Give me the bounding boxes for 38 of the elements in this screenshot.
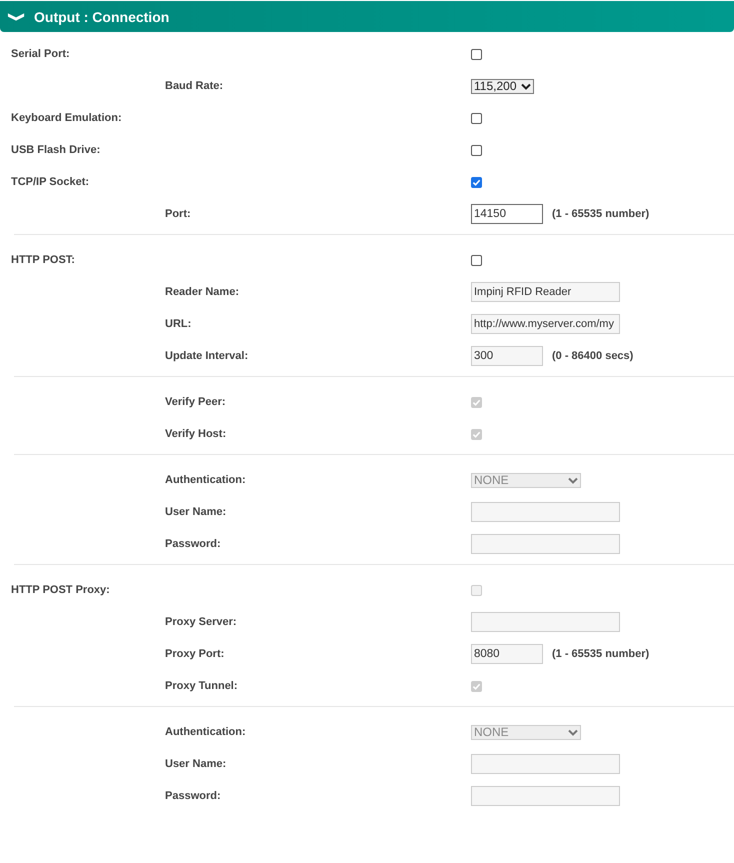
field-label: Keyboard Emulation: (11, 112, 122, 124)
dropdown[interactable]: 115,200 (471, 78, 534, 94)
field-label: Verify Host: (165, 428, 226, 440)
checkbox[interactable] (471, 254, 482, 266)
field-label: HTTP POST: (11, 254, 75, 266)
field-label: Update Interval: (165, 350, 248, 362)
field-label: HTTP POST Proxy: (11, 584, 110, 596)
field-label: Proxy Tunnel: (165, 680, 238, 692)
range-hint: (1 - 65535 number) (552, 648, 650, 660)
field-label: Password: (165, 790, 221, 802)
field-label: Password: (165, 538, 221, 550)
field-label: Proxy Server: (165, 616, 237, 628)
range-hint: (0 - 86400 secs) (552, 350, 634, 362)
field-label: Proxy Port: (165, 648, 224, 660)
checkbox[interactable] (471, 48, 482, 60)
field-label: URL: (165, 318, 192, 330)
chevron-icon: ❯ (9, 12, 25, 22)
field-label: Baud Rate: (165, 80, 224, 92)
section-title: Output : Connection (34, 8, 170, 24)
caret-icon (568, 728, 578, 736)
field-label: Authentication: (165, 474, 246, 486)
field-label: Reader Name: (165, 286, 239, 298)
field-label: Verify Peer: (165, 396, 226, 408)
field-label: Port: (165, 208, 191, 220)
section-header[interactable]: ❯ Output : Connection (0, 1, 734, 32)
checkbox[interactable] (471, 144, 482, 156)
field-label: User Name: (165, 506, 226, 518)
input-field[interactable]: 14150 (471, 204, 543, 224)
checkbox[interactable] (471, 176, 482, 188)
field-label: TCP/IP Socket: (11, 176, 90, 188)
range-hint: (1 - 65535 number) (552, 208, 650, 220)
checkbox[interactable] (471, 112, 482, 124)
field-label: Authentication: (165, 726, 246, 738)
caret-icon (568, 476, 578, 484)
field-label: Serial Port: (11, 48, 70, 60)
field-label: USB Flash Drive: (11, 144, 100, 156)
field-label: User Name: (165, 758, 226, 770)
caret-icon (520, 82, 530, 90)
